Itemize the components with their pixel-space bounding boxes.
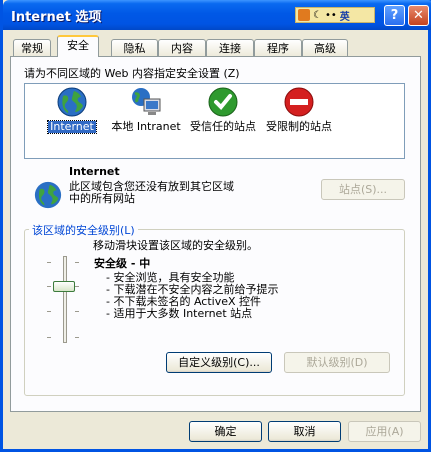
slider-tick	[75, 311, 79, 312]
moon-icon[interactable]: ☾	[313, 10, 322, 21]
help-button[interactable]: ?	[384, 5, 405, 26]
slider-tick	[75, 337, 79, 338]
tab-privacy[interactable]: 隐私	[111, 39, 158, 57]
globe-icon	[56, 86, 88, 118]
ime-toolbar[interactable]: ☾ •• 英	[295, 7, 375, 23]
slider-tick	[47, 311, 51, 312]
intranet-icon	[130, 86, 162, 118]
ime-mode-label[interactable]: 英	[340, 8, 350, 23]
tab-general[interactable]: 常规	[13, 39, 51, 57]
cancel-button[interactable]: 取消	[268, 421, 341, 442]
sites-button[interactable]: 站点(S)...	[321, 179, 405, 200]
globe-icon	[34, 181, 62, 209]
zone-label-trusted-sites: 受信任的站点	[190, 120, 256, 133]
internet-options-dialog: Internet 选项 ☾ •• 英 ? ✕ 常规 安全 隐私 内容 连接 程序…	[0, 0, 431, 452]
tab-advanced[interactable]: 高级	[302, 39, 348, 57]
slider-tick	[75, 262, 79, 263]
tab-connections[interactable]: 连接	[206, 39, 254, 57]
zone-restricted-sites[interactable]: 受限制的站点	[259, 86, 339, 133]
restricted-icon	[283, 86, 315, 118]
security-level-group-label: 该区域的安全级别(L)	[29, 222, 138, 238]
zone-local-intranet[interactable]: 本地 Intranet	[106, 86, 186, 133]
title-bar[interactable]: Internet 选项 ☾ •• 英 ? ✕	[3, 0, 431, 30]
zone-info-globe-icon	[33, 180, 63, 213]
slider-tick	[47, 337, 51, 338]
punctuation-icon[interactable]: ••	[325, 10, 337, 21]
zone-label-local-intranet: 本地 Intranet	[111, 120, 181, 133]
zone-label-internet: Internet	[47, 120, 97, 134]
security-slider-thumb[interactable]	[53, 281, 75, 292]
zone-info-name: Internet	[69, 165, 120, 178]
default-level-button[interactable]: 默认级别(D)	[284, 352, 390, 373]
ok-button[interactable]: 确定	[189, 421, 262, 442]
zone-info-description-line2: 中的所有网站	[69, 192, 135, 205]
apply-button[interactable]: 应用(A)	[348, 421, 421, 442]
slider-hint: 移动滑块设置该区域的安全级别。	[93, 239, 258, 252]
tab-security[interactable]: 安全	[57, 35, 99, 57]
slider-tick	[47, 262, 51, 263]
slider-tick	[47, 286, 51, 287]
custom-level-button[interactable]: 自定义级别(C)...	[166, 352, 272, 373]
zone-prompt: 请为不同区域的 Web 内容指定安全设置 (Z)	[24, 67, 240, 80]
slider-tick	[75, 286, 79, 287]
window-title: Internet 选项	[11, 10, 102, 25]
zone-label-restricted-sites: 受限制的站点	[266, 120, 332, 133]
close-button[interactable]: ✕	[408, 5, 429, 26]
zone-trusted-sites[interactable]: 受信任的站点	[183, 86, 263, 133]
security-slider-track[interactable]	[63, 256, 67, 343]
tab-content[interactable]: 内容	[158, 39, 206, 57]
zone-internet[interactable]: Internet	[32, 86, 112, 134]
ime-logo-icon[interactable]	[298, 9, 310, 21]
check-icon	[207, 86, 239, 118]
security-bullet: - 适用于大多数 Internet 站点	[106, 307, 253, 320]
tab-programs[interactable]: 程序	[254, 39, 302, 57]
